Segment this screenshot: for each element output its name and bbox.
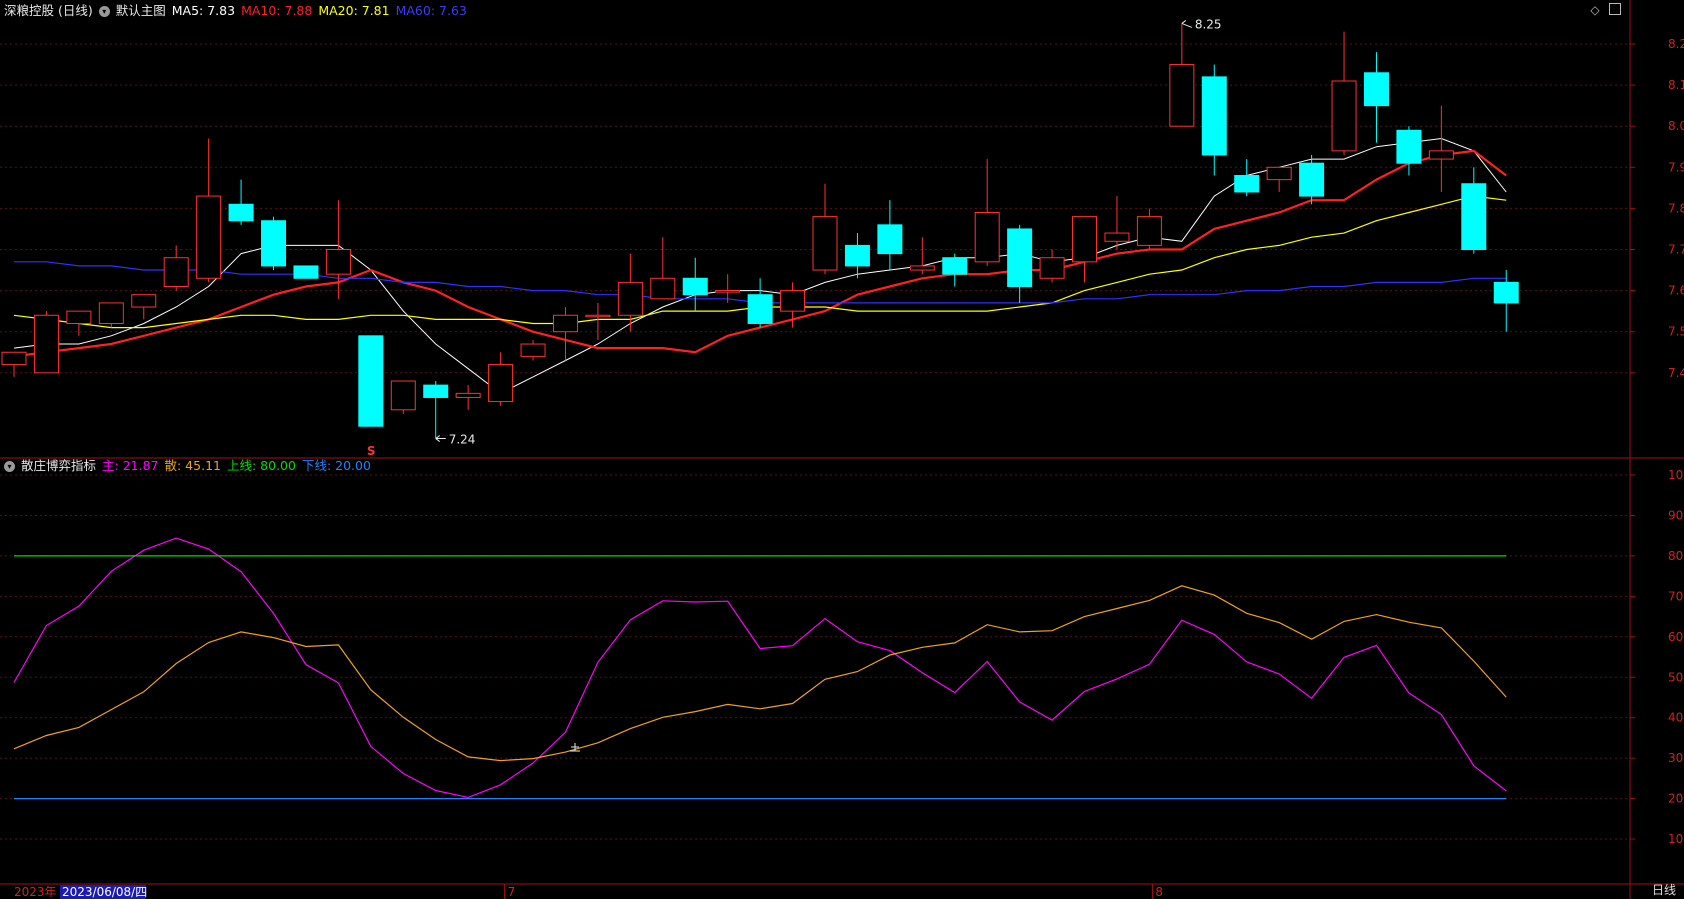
candle-body bbox=[780, 290, 806, 312]
candle-body bbox=[747, 294, 773, 324]
candle-body bbox=[650, 277, 676, 300]
candle-body bbox=[715, 290, 741, 293]
indicator-upper-label: 上线: 80.00 bbox=[226, 458, 296, 473]
indicator-tick-label: 50.00 bbox=[1668, 670, 1684, 684]
indicator-main-label: 主: 21.87 bbox=[102, 458, 159, 473]
candle-body bbox=[423, 384, 449, 398]
candle-body bbox=[33, 314, 59, 374]
indicator-dropdown-icon[interactable]: ▾ bbox=[4, 460, 15, 472]
candle-body bbox=[1104, 232, 1130, 242]
window-controls: ◇ bbox=[1588, 3, 1622, 17]
price-tick-label: 8.20 bbox=[1668, 37, 1684, 51]
chart-background bbox=[0, 0, 1684, 899]
sell-marker: S bbox=[367, 444, 376, 458]
candle-body bbox=[520, 343, 546, 357]
candle-body bbox=[196, 195, 222, 279]
template-label[interactable]: 默认主图 bbox=[116, 2, 166, 20]
candle-body bbox=[66, 310, 92, 324]
indicator-tick-label: 80.00 bbox=[1668, 549, 1684, 563]
price-tick-label: 7.60 bbox=[1668, 284, 1684, 298]
indicator-tick-label: 60.00 bbox=[1668, 630, 1684, 644]
indicator-tick-label: 30.00 bbox=[1668, 751, 1684, 765]
candle-body bbox=[1461, 183, 1487, 251]
candle-body bbox=[1039, 257, 1065, 279]
timeframe-label[interactable]: 日线 bbox=[1652, 881, 1676, 898]
candle-body bbox=[1007, 228, 1033, 287]
indicator-tick-label: 70.00 bbox=[1668, 589, 1684, 603]
price-tick-label: 7.40 bbox=[1668, 366, 1684, 380]
year-label: 2023年 bbox=[14, 885, 57, 899]
candle-body bbox=[877, 224, 903, 255]
maximize-icon[interactable] bbox=[1608, 3, 1622, 17]
candle-body bbox=[163, 257, 189, 287]
main-chart-header: 深粮控股 (日线) ▾ 默认主图 MA5: 7.83 MA10: 7.88 MA… bbox=[4, 2, 467, 20]
indicator-name[interactable]: 散庄博弈指标 bbox=[21, 457, 96, 475]
candle-body bbox=[455, 392, 481, 398]
candle-body bbox=[1266, 166, 1292, 181]
candle-body bbox=[585, 314, 611, 318]
candle-body bbox=[552, 314, 578, 333]
month-label: 7 bbox=[508, 885, 516, 899]
candle-body bbox=[1, 351, 27, 366]
candle-body bbox=[1201, 76, 1227, 156]
diamond-icon[interactable]: ◇ bbox=[1588, 3, 1602, 17]
price-tick-label: 7.70 bbox=[1668, 243, 1684, 257]
indicator-retail-label: 散: 45.11 bbox=[164, 458, 221, 473]
indicator-header: ▾ 散庄博弈指标 主: 21.87 散: 45.11 上线: 80.00 下线:… bbox=[4, 457, 371, 475]
ma20-label: MA20: 7.81 bbox=[318, 3, 390, 18]
stock-title[interactable]: 深粮控股 (日线) bbox=[4, 2, 93, 20]
price-tick-label: 7.90 bbox=[1668, 160, 1684, 174]
template-dropdown-icon[interactable]: ▾ bbox=[98, 5, 110, 17]
candle-body bbox=[1169, 64, 1195, 127]
candle-body bbox=[131, 294, 157, 308]
candle-body bbox=[617, 281, 643, 316]
candle-body bbox=[358, 335, 384, 427]
candle-body bbox=[1299, 162, 1325, 197]
candle-body bbox=[325, 249, 351, 275]
indicator-lower-label: 下线: 20.00 bbox=[301, 458, 371, 473]
candle-body bbox=[98, 302, 124, 324]
price-tick-label: 7.50 bbox=[1668, 325, 1684, 339]
indicator-tick-label: 100.0 bbox=[1668, 468, 1684, 482]
candle-body bbox=[682, 277, 708, 296]
candle-body bbox=[1363, 72, 1389, 107]
low-price-label: 7.24 bbox=[449, 433, 476, 447]
candle-body bbox=[909, 265, 935, 271]
indicator-tick-label: 90.00 bbox=[1668, 508, 1684, 522]
month-label: 8 bbox=[1155, 885, 1163, 899]
ma5-label: MA5: 7.83 bbox=[171, 3, 236, 18]
candle-body bbox=[1331, 80, 1357, 152]
chart-window: 8.20 8.10 8.00 7.90 7.80 7.70 7.60 7.50 7.40 100.… bbox=[0, 0, 1684, 899]
price-tick-label: 7.80 bbox=[1668, 201, 1684, 215]
candle-body bbox=[1234, 175, 1260, 193]
candle-body bbox=[390, 380, 416, 411]
stock-chart[interactable]: 8.20 8.10 8.00 7.90 7.80 7.70 7.60 7.50 7.40 100.… bbox=[0, 0, 1684, 899]
candle-body bbox=[942, 257, 968, 275]
price-tick-label: 8.10 bbox=[1668, 78, 1684, 92]
candle-body bbox=[812, 216, 838, 271]
candle-body bbox=[488, 364, 514, 403]
candle-body bbox=[261, 220, 287, 267]
indicator-tick-label: 20.00 bbox=[1668, 792, 1684, 806]
candle-body bbox=[1072, 216, 1098, 263]
indicator-tick-label: 40.00 bbox=[1668, 711, 1684, 725]
candle-body bbox=[228, 203, 254, 222]
candle-body bbox=[1493, 281, 1519, 304]
candle-body bbox=[844, 244, 870, 267]
ma60-label: MA60: 7.63 bbox=[395, 3, 467, 18]
ma10-label: MA10: 7.88 bbox=[241, 3, 313, 18]
candle-body bbox=[1396, 129, 1422, 164]
high-price-label: 8.25 bbox=[1195, 17, 1222, 31]
candle-body bbox=[974, 212, 1000, 263]
candle-body bbox=[1428, 150, 1454, 160]
cursor-date-label: 2023/06/08/四 bbox=[62, 885, 147, 899]
price-tick-label: 8.00 bbox=[1668, 119, 1684, 133]
candle-body bbox=[1136, 216, 1162, 246]
indicator-tick-label: 10.00 bbox=[1668, 832, 1684, 846]
candle-body bbox=[293, 265, 319, 279]
